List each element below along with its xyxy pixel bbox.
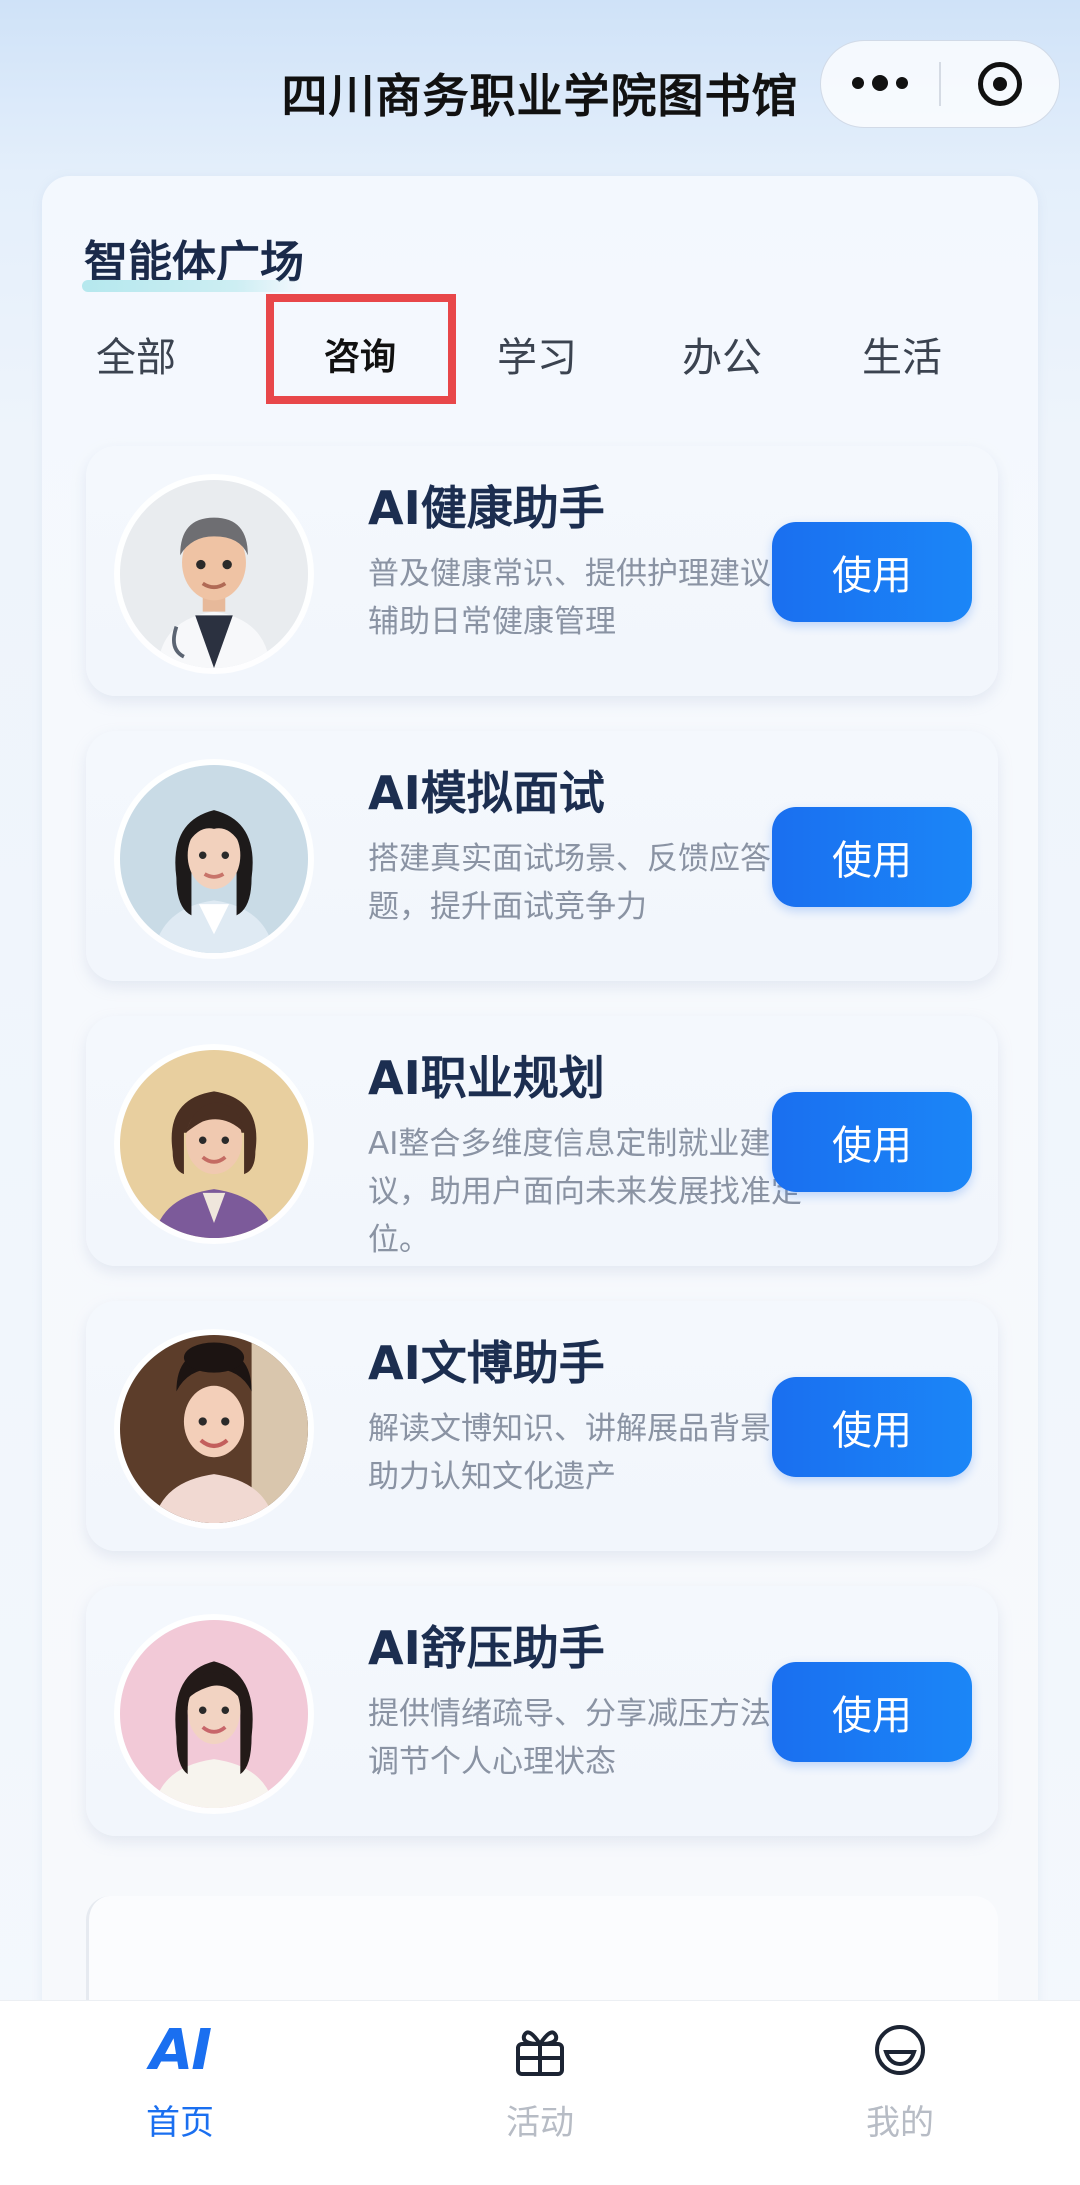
avatar [114, 1329, 314, 1529]
tab-life[interactable]: 生活 [812, 304, 992, 404]
nav-label: 我的 [866, 2103, 934, 2143]
use-button[interactable]: 使用 [772, 1092, 972, 1192]
agent-description: 搭建真实面试场景、反馈应答问题，提升面试竞争力 [368, 841, 802, 925]
agent-card-interview[interactable]: AI模拟面试 搭建真实面试场景、反馈应答问题，提升面试竞争力 使用 [86, 731, 998, 981]
nav-label: 首页 [146, 2103, 214, 2143]
agent-title: AI模拟面试 [368, 766, 605, 820]
agent-title: AI文博助手 [368, 1336, 605, 1390]
agent-description: 提供情绪疏导、分享减压方法，调节个人心理状态 [368, 1696, 802, 1780]
agent-description: AI整合多维度信息定制就业建议，助用户面向未来发展找准定位。 [368, 1126, 802, 1258]
agent-title: AI职业规划 [368, 1051, 605, 1105]
ai-logo-icon: AI [149, 2015, 212, 2085]
bottom-nav: AI 首页 活动 我的 [0, 2000, 1080, 2185]
agent-card-culture[interactable]: AI文博助手 解读文博知识、讲解展品背景，助力认知文化遗产 使用 [86, 1301, 998, 1551]
tab-office[interactable]: 办公 [632, 304, 812, 404]
gift-icon [512, 2015, 568, 2085]
agent-description: 普及健康常识、提供护理建议，辅助日常健康管理 [368, 556, 802, 640]
agent-title: AI舒压助手 [368, 1621, 605, 1675]
use-button[interactable]: 使用 [772, 522, 972, 622]
smile-face-icon [872, 2015, 928, 2085]
avatar [114, 759, 314, 959]
use-button[interactable]: 使用 [772, 1377, 972, 1477]
avatar [114, 474, 314, 674]
nav-activity[interactable]: 活动 [430, 2015, 650, 2165]
agent-card-relax[interactable]: AI舒压助手 提供情绪疏导、分享减压方法，调节个人心理状态 使用 [86, 1586, 998, 1836]
close-button[interactable] [941, 41, 1059, 127]
mini-program-capsule [820, 40, 1060, 128]
more-dots-icon [852, 75, 908, 91]
avatar [114, 1614, 314, 1814]
use-button[interactable]: 使用 [772, 807, 972, 907]
target-circle-icon [978, 62, 1022, 106]
top-bar: 四川商务职业学院图书馆 [0, 0, 1080, 170]
more-button[interactable] [821, 41, 939, 127]
agent-square-panel: 智能体广场 全部 咨询 学习 办公 生活 AI健康助手 普及健康常识、提供护理建… [42, 176, 1038, 2096]
agent-description: 解读文博知识、讲解展品背景，助力认知文化遗产 [368, 1411, 802, 1495]
nav-mine[interactable]: 我的 [790, 2015, 1010, 2165]
tab-highlight-box [266, 294, 456, 404]
category-tabs: 全部 咨询 学习 办公 生活 [42, 304, 1038, 404]
tab-study[interactable]: 学习 [447, 304, 627, 404]
agent-title: AI健康助手 [368, 481, 605, 535]
avatar [114, 1044, 314, 1244]
tab-all[interactable]: 全部 [46, 304, 226, 404]
nav-label: 活动 [506, 2103, 574, 2143]
agent-card-health[interactable]: AI健康助手 普及健康常识、提供护理建议，辅助日常健康管理 使用 [86, 446, 998, 696]
agent-card-career[interactable]: AI职业规划 AI整合多维度信息定制就业建议，助用户面向未来发展找准定位。 使用 [86, 1016, 998, 1266]
nav-home[interactable]: AI 首页 [70, 2015, 290, 2165]
use-button[interactable]: 使用 [772, 1662, 972, 1762]
title-underline [82, 280, 302, 292]
ai-logo-text: AI [149, 2017, 212, 2083]
